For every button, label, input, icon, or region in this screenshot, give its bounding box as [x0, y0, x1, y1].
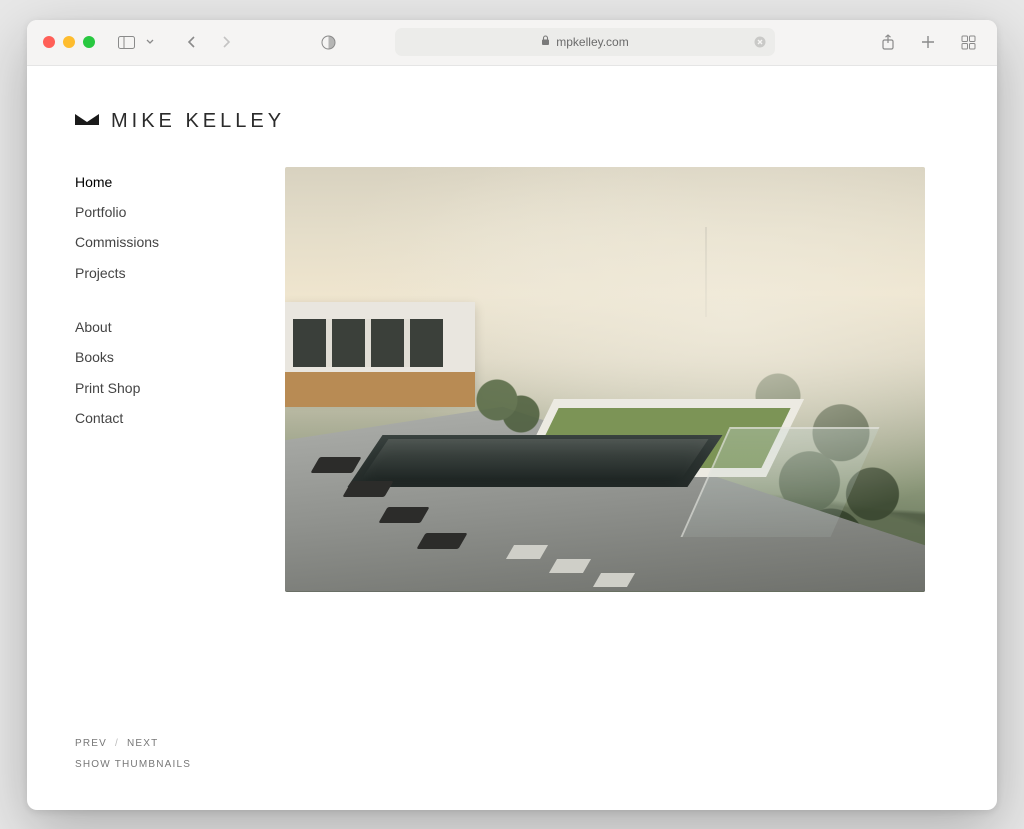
separator: /: [115, 738, 119, 749]
image-viewer: [285, 167, 949, 780]
titlebar: mpkelley.com: [27, 20, 997, 66]
next-button[interactable]: NEXT: [127, 738, 158, 749]
hero-photo[interactable]: [285, 167, 925, 592]
main: Home Portfolio Commissions Projects Abou…: [75, 167, 949, 780]
brand-logo-icon: [75, 111, 99, 132]
lock-icon: [541, 35, 550, 49]
back-button[interactable]: [179, 29, 205, 55]
forward-button[interactable]: [213, 29, 239, 55]
share-button[interactable]: [875, 29, 901, 55]
nav-item-books[interactable]: Books: [75, 342, 215, 372]
clear-url-button[interactable]: [753, 35, 767, 49]
tab-overview-button[interactable]: [955, 29, 981, 55]
prev-button[interactable]: PREV: [75, 738, 107, 749]
nav-item-print-shop[interactable]: Print Shop: [75, 373, 215, 403]
page-content: MIKE KELLEY Home Portfolio Commissions P…: [27, 66, 997, 810]
address-bar[interactable]: mpkelley.com: [395, 28, 775, 56]
nav-group-primary: Home Portfolio Commissions Projects: [75, 167, 215, 289]
nav-item-home[interactable]: Home: [75, 167, 215, 197]
nav-group-secondary: About Books Print Shop Contact: [75, 312, 215, 434]
sidebar-toggle-button[interactable]: [113, 29, 139, 55]
sidebar-chevron-icon[interactable]: [143, 29, 157, 55]
fullscreen-window-button[interactable]: [83, 36, 95, 48]
sidebar: Home Portfolio Commissions Projects Abou…: [75, 167, 215, 780]
new-tab-button[interactable]: [915, 29, 941, 55]
nav-item-contact[interactable]: Contact: [75, 403, 215, 433]
nav-item-about[interactable]: About: [75, 312, 215, 342]
url-host: mpkelley.com: [556, 35, 628, 49]
show-thumbnails-button[interactable]: SHOW THUMBNAILS: [75, 759, 191, 770]
window-traffic-lights: [43, 36, 95, 48]
nav-item-commissions[interactable]: Commissions: [75, 227, 215, 257]
nav-item-projects[interactable]: Projects: [75, 258, 215, 288]
minimize-window-button[interactable]: [63, 36, 75, 48]
close-window-button[interactable]: [43, 36, 55, 48]
gallery-controls: PREV / NEXT SHOW THUMBNAILS: [75, 738, 215, 780]
nav-item-portfolio[interactable]: Portfolio: [75, 197, 215, 227]
privacy-report-button[interactable]: [315, 29, 341, 55]
brand-name: MIKE KELLEY: [111, 110, 285, 133]
browser-window: mpkelley.com MIKE KELLEY: [27, 20, 997, 810]
brand[interactable]: MIKE KELLEY: [75, 110, 949, 133]
